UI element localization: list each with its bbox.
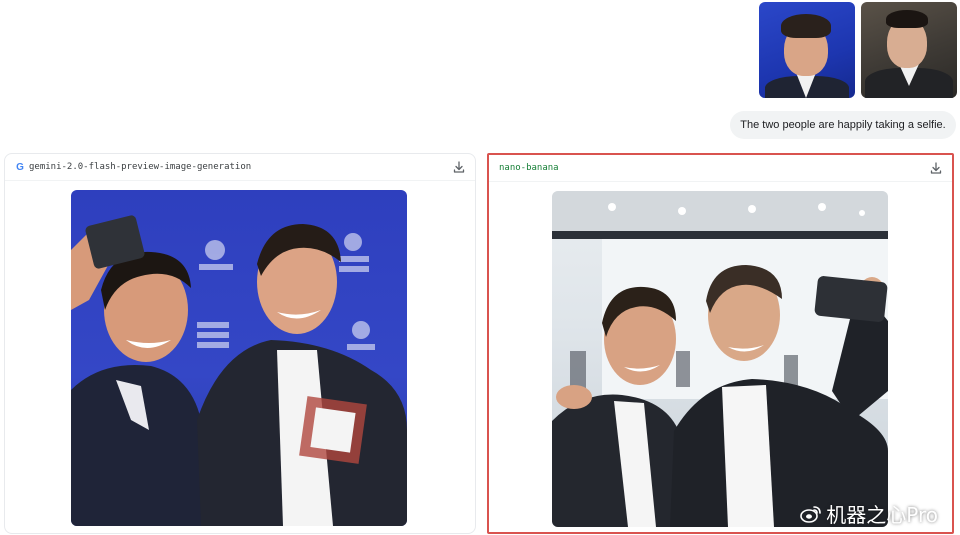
output-card-gemini: G gemini-2.0-flash-preview-image-generat… [4,153,476,534]
weibo-icon [800,505,822,523]
watermark-text: 机器之心Pro [826,503,938,527]
card-header: G gemini-2.0-flash-preview-image-generat… [5,154,475,180]
person-hair [886,10,928,28]
download-icon[interactable] [452,160,466,174]
reference-image-2[interactable] [861,2,957,98]
header-divider [489,181,952,182]
model-name: nano-banana [499,163,559,173]
header-divider [5,180,475,181]
user-prompt-bubble: The two people are happily taking a self… [730,111,956,139]
reference-image-1[interactable] [759,2,855,98]
generated-image[interactable] [552,191,888,527]
selfie-illustration [71,215,407,526]
download-icon[interactable] [929,161,943,175]
selfie-illustration [552,191,888,527]
watermark: 机器之心Pro [800,499,938,528]
model-name: gemini-2.0-flash-preview-image-generatio… [29,162,252,172]
output-card-nano-banana: nano-banana 机器之心Pro [487,153,954,534]
card-header: nano-banana [489,155,952,181]
generated-image[interactable] [71,190,407,526]
person-hair [781,14,831,38]
google-g-icon: G [16,161,24,173]
